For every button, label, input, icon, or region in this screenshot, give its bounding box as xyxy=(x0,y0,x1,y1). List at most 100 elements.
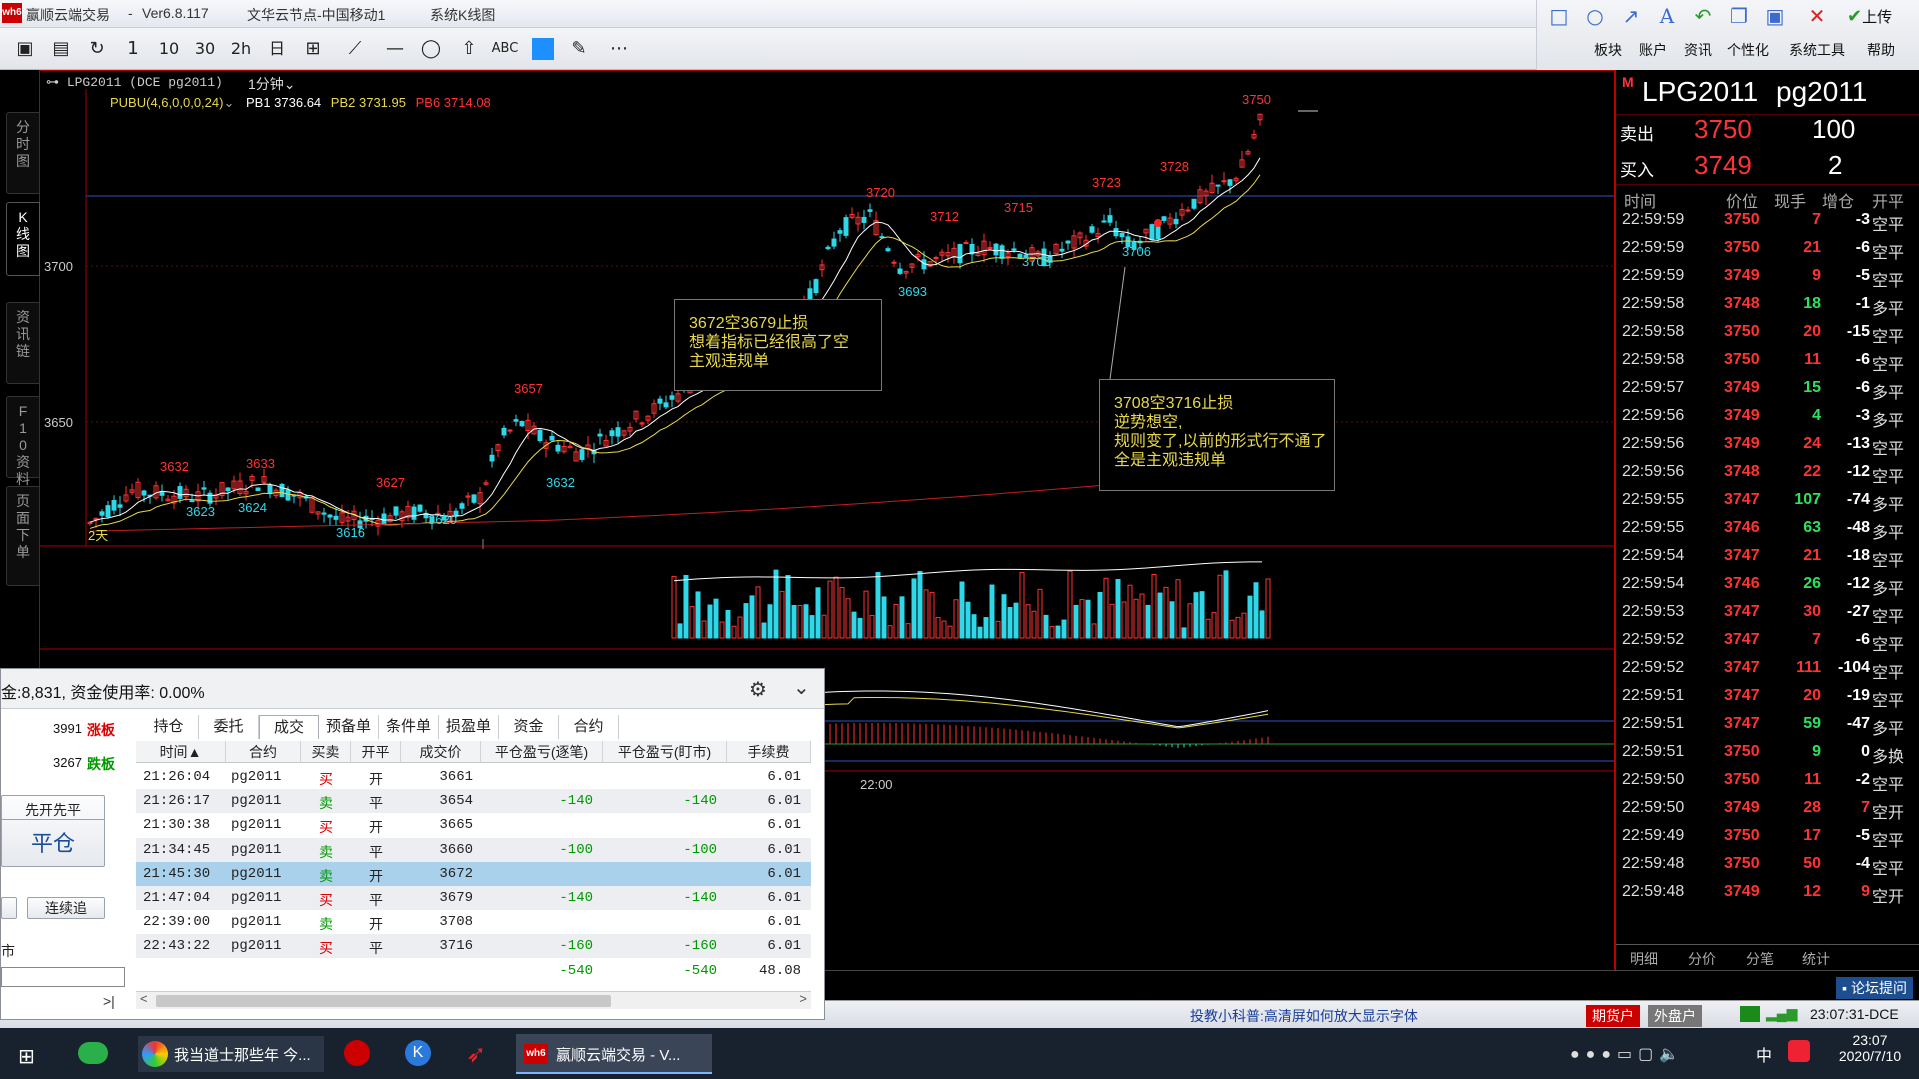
ime-indicator[interactable]: 中 xyxy=(1756,1042,1772,1066)
col-header-time[interactable]: 时间▲ xyxy=(136,741,226,763)
period-day-button[interactable]: 日 xyxy=(262,36,292,62)
windows-start-icon[interactable]: ⊞ xyxy=(18,1044,35,1069)
tab-stop-profit[interactable]: 损盈单 xyxy=(439,715,499,739)
ellipse-tool-icon[interactable]: ○ xyxy=(1583,4,1607,28)
taskbar-item-trading[interactable]: wh6 赢顺云端交易 - V... xyxy=(516,1034,712,1074)
col-header-pnl-trade[interactable]: 平仓盈亏(逐笔) xyxy=(481,741,603,763)
col-header-open-close[interactable]: 开平 xyxy=(351,741,401,763)
tab-orders[interactable]: 委托 xyxy=(199,715,259,739)
tab-contracts[interactable]: 合约 xyxy=(559,715,619,739)
tick-row[interactable]: 22:59:56 3748 22 -12 空平 xyxy=(1616,459,1919,487)
tab-funds[interactable]: 资金 xyxy=(499,715,559,739)
k-app-icon[interactable]: K xyxy=(405,1040,431,1066)
tick-row[interactable]: 22:59:55 3746 63 -48 多平 xyxy=(1616,515,1919,543)
tick-row[interactable]: 22:59:58 3750 20 -15 空平 xyxy=(1616,319,1919,347)
close-position-button[interactable]: 先开先平 平仓 xyxy=(1,795,105,867)
tick-row[interactable]: 22:59:52 3747 111 -104 空平 xyxy=(1616,655,1919,683)
fill-row[interactable]: 21:30:38 pg2011 买 开 3665 6.01 xyxy=(136,813,811,837)
tab-intraday[interactable]: 分时图 xyxy=(6,112,40,194)
tab-page-order[interactable]: 页面下单 xyxy=(6,486,40,586)
tick-row[interactable]: 22:59:48 3750 50 -4 空平 xyxy=(1616,851,1919,879)
menu-news[interactable]: 资讯 xyxy=(1684,40,1712,60)
rectangle-tool-icon[interactable]: □ xyxy=(1547,4,1571,28)
period-2h-button[interactable]: 2h xyxy=(226,36,256,62)
menu-board[interactable]: 板块 xyxy=(1594,40,1622,60)
tab-price-dist[interactable]: 分价 xyxy=(1688,949,1716,969)
gear-icon[interactable]: ⚙ xyxy=(749,677,767,702)
horizontal-line-icon[interactable]: — xyxy=(380,36,410,62)
tick-row[interactable]: 22:59:56 3749 24 -13 空平 xyxy=(1616,431,1919,459)
tip-link[interactable]: 投教小科普:高清屏如何放大显示字体 xyxy=(1190,1006,1418,1026)
tick-list[interactable]: 22:59:59 3750 7 -3 空平 22:59:59 3750 21 -6 空平 22:59… xyxy=(1616,207,1919,917)
tab-kline[interactable]: K线图 xyxy=(6,202,40,276)
period-10-button[interactable]: 10 xyxy=(154,36,184,62)
tick-row[interactable]: 22:59:53 3747 30 -27 空平 xyxy=(1616,599,1919,627)
tick-row[interactable]: 22:59:51 3750 9 0 多换 xyxy=(1616,739,1919,767)
tick-row[interactable]: 22:59:50 3750 11 -2 空平 xyxy=(1616,767,1919,795)
layout-grid-icon[interactable]: ⊞ xyxy=(298,36,328,62)
sell-price[interactable]: 3750 xyxy=(1694,114,1752,145)
forum-button[interactable]: ▪ 论坛提问 xyxy=(1836,977,1913,999)
ellipse-icon[interactable]: ◯ xyxy=(416,36,446,62)
upload-button[interactable]: ✔上传 xyxy=(1847,6,1892,27)
tick-row[interactable]: 22:59:57 3749 15 -6 多平 xyxy=(1616,375,1919,403)
wechat-icon[interactable] xyxy=(78,1042,108,1064)
close-draw-icon[interactable]: ✕ xyxy=(1805,4,1829,28)
tick-row[interactable]: 22:59:56 3749 4 -3 多平 xyxy=(1616,403,1919,431)
tick-row[interactable]: 22:59:54 3747 21 -18 空平 xyxy=(1616,543,1919,571)
tick-row[interactable]: 22:59:52 3747 7 -6 空平 xyxy=(1616,627,1919,655)
menu-system-tools[interactable]: 系统工具 xyxy=(1789,40,1845,60)
collapse-icon[interactable]: ⌄ xyxy=(793,675,810,700)
fill-row[interactable]: 21:26:04 pg2011 买 开 3661 6.01 xyxy=(136,765,811,789)
fill-row[interactable]: 22:39:00 pg2011 卖 开 3708 6.01 xyxy=(136,910,811,934)
tab-positions[interactable]: 持仓 xyxy=(139,715,199,739)
col-header-fee[interactable]: 手续费 xyxy=(727,741,811,763)
scroll-left-icon[interactable]: < xyxy=(140,991,148,1006)
tick-row[interactable]: 22:59:59 3750 7 -3 空平 xyxy=(1616,207,1919,235)
copy-icon[interactable]: ❐ xyxy=(1727,4,1751,28)
tray-icons[interactable]: ●●●▭▢🔈 xyxy=(1570,1044,1685,1064)
tab-prepared[interactable]: 预备单 xyxy=(319,715,379,739)
tick-row[interactable]: 22:59:59 3749 9 -5 空平 xyxy=(1616,263,1919,291)
taskbar-clock[interactable]: 23:07 2020/7/10 xyxy=(1830,1032,1910,1064)
tick-row[interactable]: 22:59:55 3747 107 -74 多平 xyxy=(1616,487,1919,515)
menu-personalize[interactable]: 个性化 xyxy=(1727,40,1769,60)
tick-row[interactable]: 22:59:58 3748 18 -1 多平 xyxy=(1616,291,1919,319)
continue-chase-button[interactable]: 连续追 xyxy=(27,897,105,919)
scrollbar-thumb[interactable] xyxy=(156,995,611,1007)
period-1min-button[interactable]: 1 xyxy=(118,36,148,62)
text-abc-button[interactable]: ABC xyxy=(490,36,520,62)
up-arrow-icon[interactable]: ⇧ xyxy=(454,36,484,62)
more-icon[interactable]: ⋯ xyxy=(604,36,634,62)
undo-icon[interactable]: ↶ xyxy=(1691,4,1715,28)
menu-help[interactable]: 帮助 xyxy=(1867,40,1895,60)
tick-row[interactable]: 22:59:48 3749 12 9 空开 xyxy=(1616,879,1919,907)
col-header-contract[interactable]: 合约 xyxy=(226,741,301,763)
menu-account[interactable]: 账户 xyxy=(1639,40,1667,60)
tick-row[interactable]: 22:59:51 3747 20 -19 空平 xyxy=(1616,683,1919,711)
tick-row[interactable]: 22:59:51 3747 59 -47 多平 xyxy=(1616,711,1919,739)
fill-row[interactable]: 21:26:17 pg2011 卖 平 3654 -140 -140 6.01 xyxy=(136,789,811,814)
small-button[interactable] xyxy=(1,897,17,919)
horizontal-scrollbar[interactable]: < > xyxy=(136,991,811,1009)
arrow-tool-icon[interactable]: ↗ xyxy=(1619,4,1643,28)
collapse-right-icon[interactable]: >| xyxy=(103,993,115,1009)
fill-row[interactable]: 21:47:04 pg2011 买 平 3679 -140 -140 6.01 xyxy=(136,886,811,910)
refresh-icon[interactable]: ↻ xyxy=(82,36,112,62)
futures-account-button[interactable]: 期货户 xyxy=(1586,1005,1640,1027)
fill-row[interactable]: 22:43:22 pg2011 买 平 3716 -160 -160 6.01 xyxy=(136,934,811,959)
col-header-pnl-mtm[interactable]: 平仓盈亏(盯市) xyxy=(603,741,727,763)
draw-line-icon[interactable]: ⟋ xyxy=(340,36,370,62)
tab-stats[interactable]: 统计 xyxy=(1802,949,1830,969)
tab-f10[interactable]: F10资料 xyxy=(6,396,40,487)
period-30-button[interactable]: 30 xyxy=(190,36,220,62)
app-red-icon[interactable] xyxy=(344,1040,370,1066)
buy-price[interactable]: 3749 xyxy=(1694,150,1752,181)
arrow-app-icon[interactable]: ➶ xyxy=(466,1040,486,1069)
tab-ticks[interactable]: 分笔 xyxy=(1746,949,1774,969)
col-header-side[interactable]: 买卖 xyxy=(301,741,351,763)
text-tool-icon[interactable]: A xyxy=(1655,4,1679,28)
tab-detail[interactable]: 明细 xyxy=(1630,949,1658,969)
fill-row[interactable]: 21:34:45 pg2011 卖 平 3660 -100 -100 6.01 xyxy=(136,837,811,862)
taskbar-item-browser[interactable]: 我当道士那些年 今... xyxy=(138,1036,324,1072)
